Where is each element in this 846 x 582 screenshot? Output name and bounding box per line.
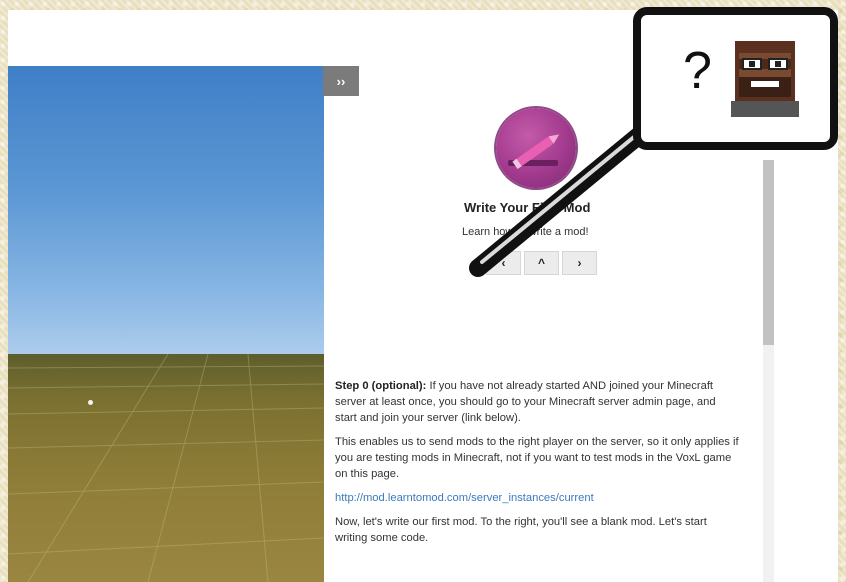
- explanation-paragraph: This enables us to send mods to the righ…: [335, 436, 739, 480]
- scrollbar-thumb[interactable]: [763, 160, 774, 345]
- step-overview-button[interactable]: ^: [524, 251, 559, 275]
- tutorial-content: Step 0 (optional): If you have not alrea…: [335, 378, 740, 554]
- game-viewport[interactable]: [8, 66, 324, 582]
- instructions-paragraph: Now, let's write our first mod. To the r…: [335, 516, 707, 544]
- prev-step-button[interactable]: ‹: [486, 251, 521, 275]
- ground-grid: [8, 354, 324, 582]
- crosshair: [88, 400, 93, 405]
- question-mark: ?: [683, 42, 712, 100]
- next-step-button[interactable]: ›: [562, 251, 597, 275]
- tutorial-subtitle: Learn how to write a mod!: [462, 226, 589, 238]
- tutorial-title: Write Your First Mod: [464, 200, 591, 215]
- tutorial-avatar: [496, 108, 576, 188]
- step-label: Step 0 (optional):: [335, 380, 427, 392]
- help-character-icon: [731, 41, 799, 117]
- step-paragraph: Step 0 (optional): If you have not alrea…: [335, 378, 740, 426]
- collapse-panel-button[interactable]: ››: [323, 66, 359, 96]
- server-instances-link[interactable]: http://mod.learntomod.com/server_instanc…: [335, 492, 594, 504]
- help-callout: ?: [633, 7, 838, 150]
- pencil-icon: [508, 134, 560, 170]
